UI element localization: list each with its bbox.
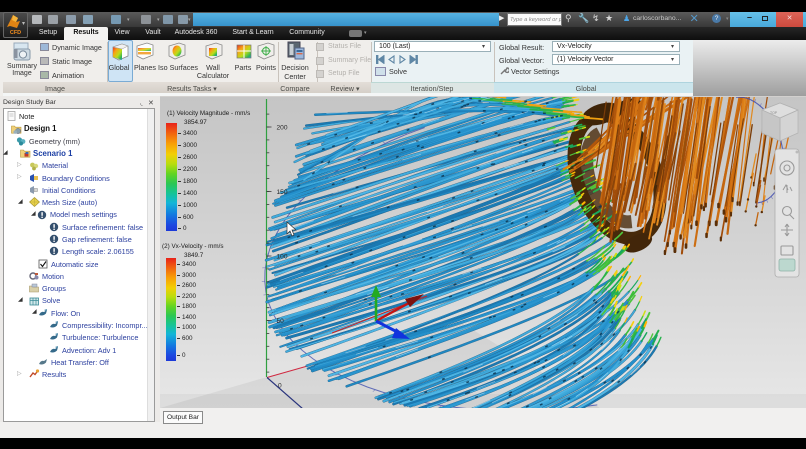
svg-text:50: 50 (277, 318, 285, 325)
svg-text:150: 150 (277, 189, 288, 196)
svg-text:100: 100 (277, 253, 288, 260)
svg-text:200: 200 (277, 124, 288, 131)
svg-text:TOP: TOP (770, 111, 778, 115)
svg-text:0: 0 (278, 383, 282, 390)
